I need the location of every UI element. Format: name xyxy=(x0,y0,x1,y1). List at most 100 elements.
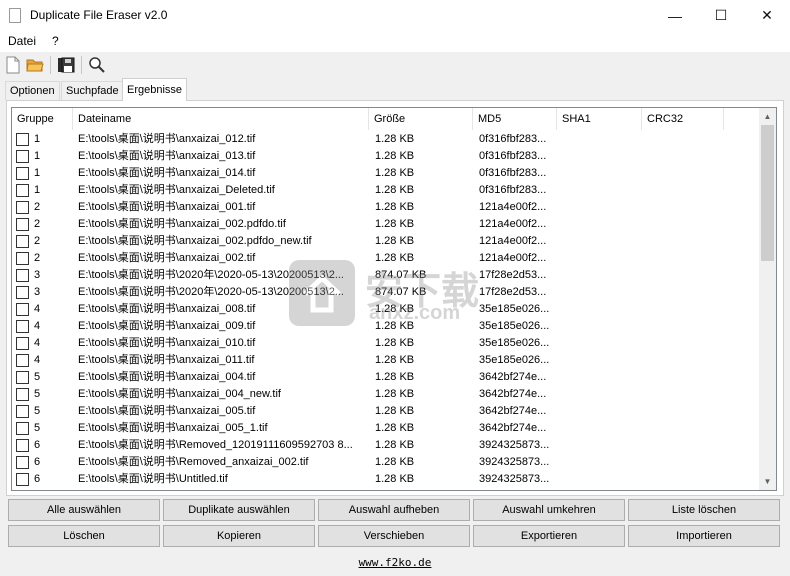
cell-md5: 0f316fbf283... xyxy=(479,184,547,196)
row-checkbox[interactable] xyxy=(16,337,29,350)
table-row[interactable]: 2 E:\tools\桌面\说明书\anxaizai_001.tif 1.28 KB… xyxy=(12,199,762,216)
row-checkbox[interactable] xyxy=(16,388,29,401)
cell-md5: 121a4e00f2... xyxy=(479,235,547,247)
row-checkbox[interactable] xyxy=(16,405,29,418)
cell-gruppe: 5 xyxy=(34,388,41,400)
row-checkbox[interactable] xyxy=(16,439,29,452)
table-row[interactable]: 5 E:\tools\桌面\说明书\anxaizai_005.tif 1.28 KB… xyxy=(12,403,762,420)
row-checkbox[interactable] xyxy=(16,218,29,231)
table-row[interactable]: 6 E:\tools\桌面\说明书\Untitled.tif 1.28 KB 3924… xyxy=(12,471,762,488)
row-checkbox[interactable] xyxy=(16,133,29,146)
table-row[interactable]: 2 E:\tools\桌面\说明书\anxaizai_002.pdfdo.tif 1… xyxy=(12,216,762,233)
scrollbar-thumb[interactable] xyxy=(761,125,774,261)
column-md5[interactable]: MD5 xyxy=(473,108,557,130)
menu-help[interactable]: ? xyxy=(52,34,59,48)
row-checkbox[interactable] xyxy=(16,184,29,197)
table-row[interactable]: 1 E:\tools\桌面\说明书\anxaizai_012.tif 1.28 KB… xyxy=(12,131,762,148)
row-checkbox[interactable] xyxy=(16,371,29,384)
row-checkbox[interactable] xyxy=(16,422,29,435)
close-button[interactable]: ✕ xyxy=(744,0,790,31)
selection-button-4[interactable]: Auswahl umkehren xyxy=(473,499,625,521)
row-checkbox[interactable] xyxy=(16,286,29,299)
table-row[interactable]: 3 E:\tools\桌面\说明书\2020年\2020-05-13\202005… xyxy=(12,284,762,301)
selection-button-3[interactable]: Auswahl aufheben xyxy=(318,499,470,521)
table-row[interactable]: 2 E:\tools\桌面\说明书\anxaizai_002.pdfdo_new.… xyxy=(12,233,762,250)
row-checkbox[interactable] xyxy=(16,354,29,367)
table-row[interactable]: 6 E:\tools\桌面\说明书\Removed_120191116095927… xyxy=(12,437,762,454)
column-dateiname[interactable]: Dateiname xyxy=(73,108,369,130)
results-list[interactable]: Gruppe Dateiname Größe MD5 SHA1 CRC32 1 E… xyxy=(11,107,777,491)
row-checkbox[interactable] xyxy=(16,303,29,316)
selection-button-5[interactable]: Liste löschen xyxy=(628,499,780,521)
table-row[interactable]: 4 E:\tools\桌面\说明书\anxaizai_008.tif 1.28 KB… xyxy=(12,301,762,318)
row-checkbox[interactable] xyxy=(16,252,29,265)
cell-gruppe: 3 xyxy=(34,286,41,298)
scroll-down-icon[interactable]: ▼ xyxy=(759,473,776,490)
action-button-3[interactable]: Verschieben xyxy=(318,525,470,547)
maximize-button[interactable]: ☐ xyxy=(698,0,744,31)
column-crc32[interactable]: CRC32 xyxy=(642,108,724,130)
cell-dateiname: E:\tools\桌面\说明书\anxaizai_008.tif xyxy=(78,303,256,315)
cell-groesse: 1.28 KB xyxy=(375,303,415,315)
row-checkbox[interactable] xyxy=(16,473,29,486)
row-checkbox[interactable] xyxy=(16,167,29,180)
column-sha1[interactable]: SHA1 xyxy=(557,108,642,130)
row-checkbox[interactable] xyxy=(16,150,29,163)
cell-md5: 121a4e00f2... xyxy=(479,252,547,264)
cell-md5: 17f28e2d53... xyxy=(479,269,547,281)
tab-suchpfade[interactable]: Suchpfade xyxy=(61,81,124,100)
search-icon[interactable] xyxy=(87,55,107,75)
table-row[interactable]: 1 E:\tools\桌面\说明书\anxaizai_014.tif 1.28 KB… xyxy=(12,165,762,182)
selection-button-1[interactable]: Alle auswählen xyxy=(8,499,160,521)
row-checkbox[interactable] xyxy=(16,456,29,469)
vertical-scrollbar[interactable]: ▲ ▼ xyxy=(759,108,776,490)
toolbar-separator xyxy=(50,56,51,74)
cell-dateiname: E:\tools\桌面\说明书\anxaizai_011.tif xyxy=(78,354,255,366)
table-row[interactable]: 5 E:\tools\桌面\说明书\anxaizai_004_new.tif 1.2… xyxy=(12,386,762,403)
cell-dateiname: E:\tools\桌面\说明书\anxaizai_013.tif xyxy=(78,150,256,162)
cell-groesse: 1.28 KB xyxy=(375,167,415,179)
cell-dateiname: E:\tools\桌面\说明书\anxaizai_002.tif xyxy=(78,252,256,264)
row-checkbox[interactable] xyxy=(16,235,29,248)
save-icon[interactable] xyxy=(56,55,76,75)
cell-md5: 35e185e026... xyxy=(479,337,550,349)
table-row[interactable]: 4 E:\tools\桌面\说明书\anxaizai_009.tif 1.28 KB… xyxy=(12,318,762,335)
row-checkbox[interactable] xyxy=(16,201,29,214)
action-button-1[interactable]: Löschen xyxy=(8,525,160,547)
open-folder-icon[interactable] xyxy=(25,55,45,75)
action-button-5[interactable]: Importieren xyxy=(628,525,780,547)
table-row[interactable]: 5 E:\tools\桌面\说明书\anxaizai_005_1.tif 1.28 … xyxy=(12,420,762,437)
cell-groesse: 1.28 KB xyxy=(375,235,415,247)
table-row[interactable]: 5 E:\tools\桌面\说明书\anxaizai_004.tif 1.28 KB… xyxy=(12,369,762,386)
menu-bar: Datei ? xyxy=(0,31,790,52)
minimize-button[interactable]: — xyxy=(652,0,698,31)
footer-link[interactable]: www.f2ko.de xyxy=(0,556,790,569)
table-row[interactable]: 3 E:\tools\桌面\说明书\2020年\2020-05-13\202005… xyxy=(12,267,762,284)
cell-gruppe: 2 xyxy=(34,201,41,213)
menu-datei[interactable]: Datei xyxy=(8,34,36,48)
tab-optionen[interactable]: Optionen xyxy=(5,81,60,100)
table-row[interactable]: 6 E:\tools\桌面\说明书\Removed_anxaizai_002.ti… xyxy=(12,454,762,471)
table-row[interactable]: 1 E:\tools\桌面\说明书\anxaizai_013.tif 1.28 KB… xyxy=(12,148,762,165)
action-button-4[interactable]: Exportieren xyxy=(473,525,625,547)
table-row[interactable]: 4 E:\tools\桌面\说明书\anxaizai_011.tif 1.28 KB… xyxy=(12,352,762,369)
cell-groesse: 1.28 KB xyxy=(375,405,415,417)
selection-button-2[interactable]: Duplikate auswählen xyxy=(163,499,315,521)
column-groesse[interactable]: Größe xyxy=(369,108,473,130)
row-checkbox[interactable] xyxy=(16,320,29,333)
maximize-icon: ☐ xyxy=(714,7,728,23)
action-button-2[interactable]: Kopieren xyxy=(163,525,315,547)
tab-ergebnisse[interactable]: Ergebnisse xyxy=(122,78,188,101)
new-file-icon[interactable] xyxy=(3,55,23,75)
column-gruppe[interactable]: Gruppe xyxy=(12,108,73,130)
close-icon: ✕ xyxy=(761,7,773,23)
cell-groesse: 1.28 KB xyxy=(375,133,415,145)
cell-gruppe: 4 xyxy=(34,354,41,366)
cell-dateiname: E:\tools\桌面\说明书\anxaizai_005_1.tif xyxy=(78,422,268,434)
table-row[interactable]: 1 E:\tools\桌面\说明书\anxaizai_Deleted.tif 1.2… xyxy=(12,182,762,199)
table-row[interactable]: 2 E:\tools\桌面\说明书\anxaizai_002.tif 1.28 KB… xyxy=(12,250,762,267)
list-header: Gruppe Dateiname Größe MD5 SHA1 CRC32 xyxy=(12,108,776,130)
scroll-up-icon[interactable]: ▲ xyxy=(759,108,776,125)
row-checkbox[interactable] xyxy=(16,269,29,282)
table-row[interactable]: 4 E:\tools\桌面\说明书\anxaizai_010.tif 1.28 KB… xyxy=(12,335,762,352)
